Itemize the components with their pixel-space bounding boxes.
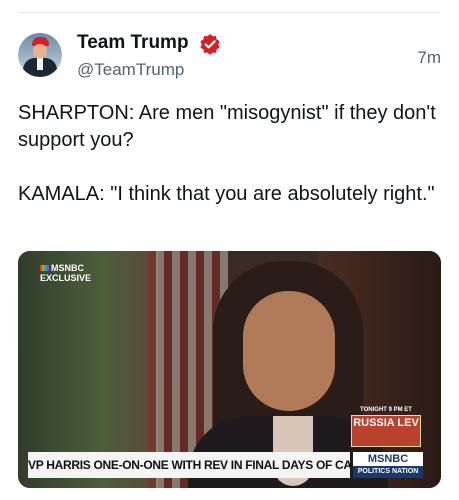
tweet-paragraph: SHARPTON: Are men "misogynist" if they d… xyxy=(18,102,436,151)
lower-third-caption: VP HARRIS ONE-ON-ONE WITH REV IN FINAL D… xyxy=(28,452,350,478)
tweet-text: SHARPTON: Are men "misogynist" if they d… xyxy=(18,100,438,235)
avatar[interactable] xyxy=(18,33,62,77)
video-thumbnail[interactable]: MSNBC EXCLUSIVE TONIGHT 9 PM ET RUSSIA L… xyxy=(18,251,441,488)
author-name[interactable]: Team Trump xyxy=(77,32,189,54)
tweet-paragraph: KAMALA: "I think that you are absolutely… xyxy=(18,183,435,205)
author-handle[interactable]: @TeamTrump xyxy=(77,60,184,80)
verified-badge-icon xyxy=(200,34,220,55)
network-logo: MSNBC POLITICS NATION xyxy=(353,452,423,478)
top-divider xyxy=(18,12,441,13)
msnbc-exclusive-logo: MSNBC EXCLUSIVE xyxy=(40,263,92,283)
promo-time: TONIGHT 9 PM ET xyxy=(360,407,412,413)
peacock-icon xyxy=(40,265,49,271)
network-show: POLITICS NATION xyxy=(357,468,419,475)
timestamp[interactable]: 7m xyxy=(417,48,441,68)
promo-title: RUSSIA LEV xyxy=(351,415,421,447)
promo-box: TONIGHT 9 PM ET RUSSIA LEV xyxy=(351,407,421,447)
network-name: MSNBC xyxy=(353,452,423,466)
